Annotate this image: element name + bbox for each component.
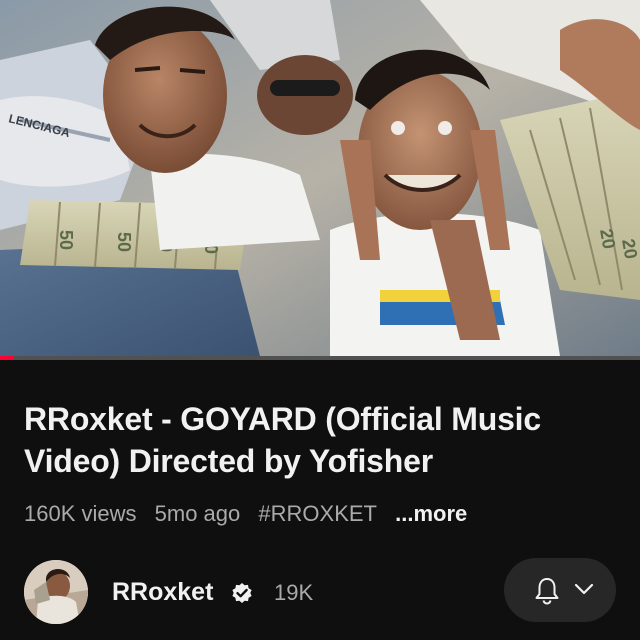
avatar-image	[24, 560, 88, 624]
upload-age: 5mo ago	[154, 501, 241, 526]
video-player[interactable]: LENCIAGA 50 50 50 50	[0, 0, 640, 356]
bell-icon	[535, 578, 559, 605]
channel-name[interactable]: RRoxket	[112, 576, 213, 608]
video-frame-image: LENCIAGA 50 50 50 50	[0, 0, 640, 356]
bill-denomination: 20	[618, 237, 640, 260]
video-title[interactable]: RRoxket - GOYARD (Official Music Video) …	[24, 398, 624, 482]
channel-row: RRoxket 19K	[0, 556, 640, 632]
bill-denomination: 50	[114, 232, 134, 252]
video-metadata-row[interactable]: 160K views 5mo ago #RROXKET ...more	[24, 500, 467, 528]
person-background	[257, 55, 353, 135]
more-description-button[interactable]: ...more	[395, 501, 467, 526]
bill-denomination: 20	[596, 227, 619, 250]
video-watch-screen: LENCIAGA 50 50 50 50	[0, 0, 640, 640]
view-count: 160K views	[24, 501, 137, 526]
video-info-panel: RRoxket - GOYARD (Official Music Video) …	[0, 360, 640, 640]
subscriber-count: 19K	[274, 580, 314, 605]
notification-settings-button[interactable]	[504, 558, 616, 622]
verified-badge-icon	[232, 583, 252, 603]
chevron-down-icon	[574, 583, 594, 595]
bill-denomination: 50	[56, 230, 76, 250]
hashtag-link[interactable]: #RROXKET	[258, 501, 377, 526]
channel-avatar[interactable]	[24, 560, 88, 624]
